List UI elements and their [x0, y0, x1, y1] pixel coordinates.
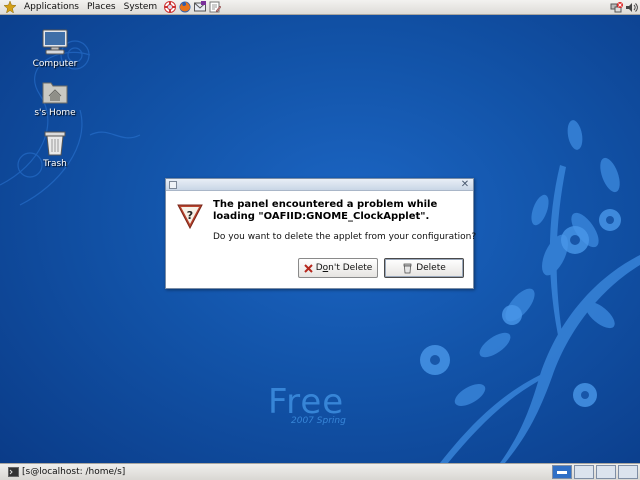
desktop-icon-home[interactable]: s's Home — [25, 78, 85, 118]
workspace-1[interactable] — [552, 465, 572, 479]
dont-delete-label: Don't Delete — [315, 263, 373, 273]
dont-delete-button[interactable]: Don't Delete — [298, 258, 378, 278]
menu-system[interactable]: System — [120, 0, 162, 15]
dialog-heading: The panel encountered a problem while lo… — [213, 199, 438, 222]
mail-icon[interactable] — [193, 1, 206, 14]
wallpaper-brand-subtitle: 2007 Spring — [291, 416, 346, 426]
desktop-icon-computer[interactable]: Computer — [25, 27, 85, 69]
volume-icon[interactable] — [625, 1, 638, 14]
delete-label: Delete — [416, 263, 446, 273]
taskbar-button-terminal[interactable]: [s@localhost: /home/s] — [8, 465, 276, 479]
trash-icon — [44, 131, 66, 156]
desktop-icon-label: s's Home — [34, 108, 76, 118]
system-tray — [610, 0, 638, 15]
menu-applications[interactable]: Applications — [20, 0, 83, 15]
desktop-icon-label: Computer — [32, 59, 78, 69]
workspace-3[interactable] — [596, 465, 616, 479]
svg-text:?: ? — [187, 209, 193, 222]
delete-button[interactable]: Delete — [384, 258, 464, 278]
dialog-question: Do you want to delete the applet from yo… — [213, 232, 477, 242]
bottom-panel: [s@localhost: /home/s] — [0, 463, 640, 480]
computer-icon — [42, 29, 68, 55]
dialog-titlebar[interactable]: ✕ — [166, 179, 473, 191]
home-folder-icon — [42, 82, 68, 104]
lifebuoy-help-icon[interactable] — [163, 1, 176, 14]
workspace-switcher — [552, 465, 638, 480]
cancel-x-icon — [303, 263, 313, 273]
window-menu-icon[interactable] — [169, 181, 177, 189]
error-dialog: ✕ ? The panel encountered a problem whil… — [165, 178, 477, 289]
menu-places[interactable]: Places — [83, 0, 120, 15]
trash-icon — [403, 263, 412, 273]
workspace-4[interactable] — [618, 465, 638, 479]
warning-question-icon: ? — [177, 204, 203, 230]
edit-note-icon[interactable] — [208, 1, 221, 14]
foot-logo-icon[interactable] — [3, 0, 17, 14]
network-disconnected-icon[interactable] — [610, 1, 623, 14]
firefox-icon[interactable] — [178, 1, 191, 14]
desktop-icon-label: Trash — [43, 159, 67, 169]
taskbar-button-label: [s@localhost: /home/s] — [22, 467, 126, 477]
close-icon[interactable]: ✕ — [460, 180, 470, 190]
terminal-icon — [8, 467, 19, 477]
workspace-2[interactable] — [574, 465, 594, 479]
top-panel: Applications Places System — [0, 0, 640, 15]
desktop-icon-trash[interactable]: Trash — [25, 129, 85, 169]
